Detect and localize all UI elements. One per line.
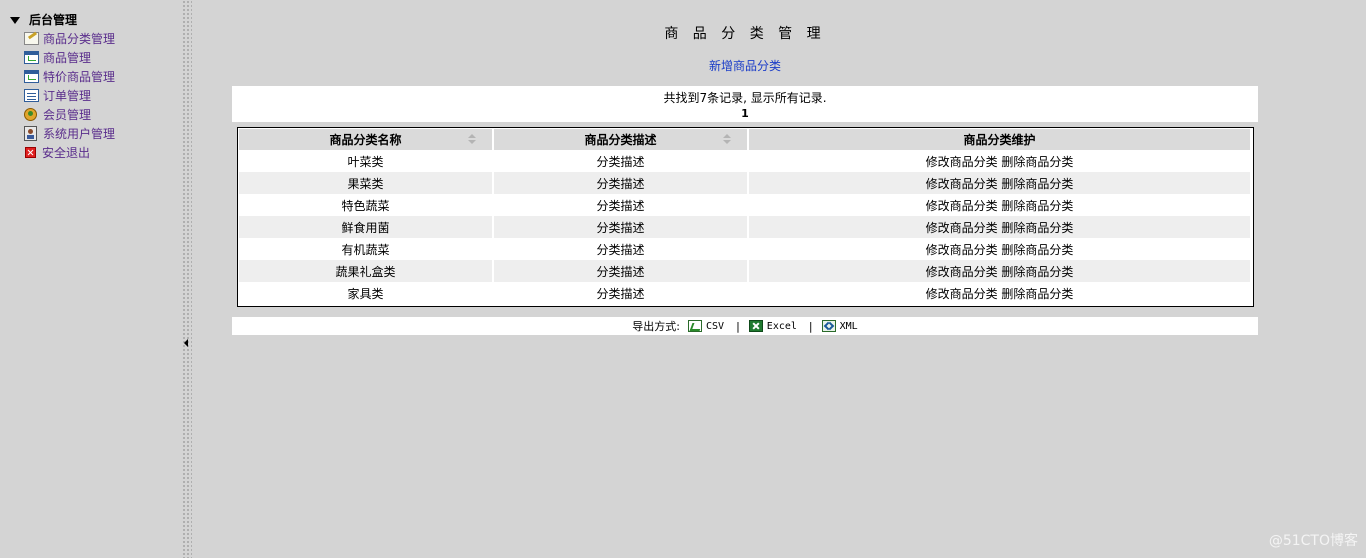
table-row: 特色蔬菜 分类描述 修改商品分类 删除商品分类 (239, 194, 1250, 216)
record-count-text: 共找到7条记录, 显示所有记录. (663, 91, 827, 105)
column-header-desc[interactable]: 商品分类描述 (494, 129, 749, 150)
edit-category-link[interactable]: 修改商品分类 (926, 243, 998, 257)
category-desc-cell: 分类描述 (494, 216, 749, 238)
users-icon (24, 108, 37, 121)
sidebar-item-system-users[interactable]: 系统用户管理 (24, 124, 115, 143)
category-actions-cell: 修改商品分类 删除商品分类 (749, 216, 1250, 238)
table-row: 叶菜类 分类描述 修改商品分类 删除商品分类 (239, 150, 1250, 172)
sidebar-item-category[interactable]: 商品分类管理 (24, 29, 115, 48)
sidebar-item-label[interactable]: 订单管理 (43, 87, 91, 104)
edit-icon (24, 32, 39, 45)
list-window-icon (24, 89, 39, 102)
category-actions-cell: 修改商品分类 删除商品分类 (749, 260, 1250, 282)
table-row: 蔬果礼盒类 分类描述 修改商品分类 删除商品分类 (239, 260, 1250, 282)
category-name-cell: 果菜类 (239, 172, 494, 194)
tree-root[interactable]: 后台管理 (10, 11, 77, 28)
category-table-container: 商品分类名称 商品分类描述 商品分类维护 叶菜类 分类描述 修改商品分类 删除商… (237, 127, 1254, 307)
category-actions-cell: 修改商品分类 删除商品分类 (749, 194, 1250, 216)
table-row: 鲜食用菌 分类描述 修改商品分类 删除商品分类 (239, 216, 1250, 238)
sidebar-item-orders[interactable]: 订单管理 (24, 86, 115, 105)
chart-window-icon (24, 70, 39, 83)
page-number[interactable]: 1 (232, 107, 1258, 120)
sort-icon[interactable] (723, 134, 731, 145)
export-bar: 导出方式: CSV | Excel | XML (232, 317, 1258, 335)
sidebar-item-label[interactable]: 商品分类管理 (43, 30, 115, 47)
column-header-actions: 商品分类维护 (749, 129, 1250, 150)
edit-category-link[interactable]: 修改商品分类 (926, 177, 998, 191)
sidebar: 后台管理 商品分类管理 商品管理 特价商品管理 订单管理 会员管理 系统用户管理 (0, 0, 181, 558)
record-info-bar: 共找到7条记录, 显示所有记录. 1 (232, 86, 1258, 122)
delete-category-link[interactable]: 删除商品分类 (1001, 177, 1073, 191)
sidebar-item-logout[interactable]: 安全退出 (24, 143, 115, 162)
category-desc-cell: 分类描述 (494, 194, 749, 216)
export-csv-label[interactable]: CSV (706, 321, 724, 332)
category-desc-cell: 分类描述 (494, 172, 749, 194)
add-category-link[interactable]: 新增商品分类 (232, 57, 1258, 74)
edit-category-link[interactable]: 修改商品分类 (926, 287, 998, 301)
export-csv-link[interactable]: CSV (688, 320, 724, 332)
delete-category-link[interactable]: 删除商品分类 (1001, 221, 1073, 235)
export-excel-label[interactable]: Excel (767, 321, 797, 332)
category-desc-cell: 分类描述 (494, 238, 749, 260)
chart-window-icon (24, 51, 39, 64)
sidebar-item-products[interactable]: 商品管理 (24, 48, 115, 67)
delete-category-link[interactable]: 删除商品分类 (1001, 155, 1073, 169)
sidebar-item-members[interactable]: 会员管理 (24, 105, 115, 124)
category-actions-cell: 修改商品分类 删除商品分类 (749, 282, 1250, 304)
page-title: 商 品 分 类 管 理 (664, 26, 826, 42)
delete-category-link[interactable]: 删除商品分类 (1001, 287, 1073, 301)
sidebar-item-label[interactable]: 会员管理 (43, 106, 91, 123)
delete-category-link[interactable]: 删除商品分类 (1001, 199, 1073, 213)
category-desc-cell: 分类描述 (494, 282, 749, 304)
category-name-cell: 蔬果礼盒类 (239, 260, 494, 282)
table-row: 家具类 分类描述 修改商品分类 删除商品分类 (239, 282, 1250, 304)
category-name-cell: 叶菜类 (239, 150, 494, 172)
expand-triangle-icon[interactable] (10, 16, 20, 24)
sidebar-item-label[interactable]: 系统用户管理 (43, 125, 115, 142)
column-header-name[interactable]: 商品分类名称 (239, 129, 494, 150)
sort-icon[interactable] (468, 134, 476, 145)
edit-category-link[interactable]: 修改商品分类 (926, 155, 998, 169)
user-card-icon (24, 126, 37, 141)
export-label: 导出方式: (632, 320, 681, 333)
xml-icon (821, 320, 836, 332)
edit-category-link[interactable]: 修改商品分类 (926, 265, 998, 279)
category-name-cell: 有机蔬菜 (239, 238, 494, 260)
sidebar-splitter[interactable] (181, 0, 192, 558)
delete-category-link[interactable]: 删除商品分类 (1001, 265, 1073, 279)
exit-icon (25, 147, 36, 158)
sidebar-item-specials[interactable]: 特价商品管理 (24, 67, 115, 86)
category-actions-cell: 修改商品分类 删除商品分类 (749, 238, 1250, 260)
watermark: @51CTO博客 (1268, 533, 1358, 549)
table-header-row: 商品分类名称 商品分类描述 商品分类维护 (239, 129, 1250, 150)
sidebar-item-label[interactable]: 安全退出 (42, 144, 90, 161)
csv-icon (688, 320, 703, 332)
category-name-cell: 鲜食用菌 (239, 216, 494, 238)
category-desc-cell: 分类描述 (494, 260, 749, 282)
table-row: 有机蔬菜 分类描述 修改商品分类 删除商品分类 (239, 238, 1250, 260)
category-desc-cell: 分类描述 (494, 150, 749, 172)
export-separator: | (808, 319, 813, 333)
collapse-arrow-icon[interactable] (184, 339, 188, 347)
table-row: 果菜类 分类描述 修改商品分类 删除商品分类 (239, 172, 1250, 194)
edit-category-link[interactable]: 修改商品分类 (926, 221, 998, 235)
category-actions-cell: 修改商品分类 删除商品分类 (749, 150, 1250, 172)
delete-category-link[interactable]: 删除商品分类 (1001, 243, 1073, 257)
sidebar-item-label[interactable]: 商品管理 (43, 49, 91, 66)
category-actions-cell: 修改商品分类 删除商品分类 (749, 172, 1250, 194)
export-xml-link[interactable]: XML (821, 320, 858, 332)
tree-root-label: 后台管理 (29, 13, 78, 27)
category-table: 商品分类名称 商品分类描述 商品分类维护 叶菜类 分类描述 修改商品分类 删除商… (239, 129, 1250, 304)
excel-icon (748, 320, 763, 332)
export-excel-link[interactable]: Excel (748, 320, 797, 332)
sidebar-menu: 商品分类管理 商品管理 特价商品管理 订单管理 会员管理 系统用户管理 安全退出 (24, 29, 115, 162)
export-xml-label[interactable]: XML (840, 321, 858, 332)
category-name-cell: 家具类 (239, 282, 494, 304)
sidebar-item-label[interactable]: 特价商品管理 (43, 68, 115, 85)
edit-category-link[interactable]: 修改商品分类 (926, 199, 998, 213)
export-separator: | (736, 319, 740, 333)
category-name-cell: 特色蔬菜 (239, 194, 494, 216)
